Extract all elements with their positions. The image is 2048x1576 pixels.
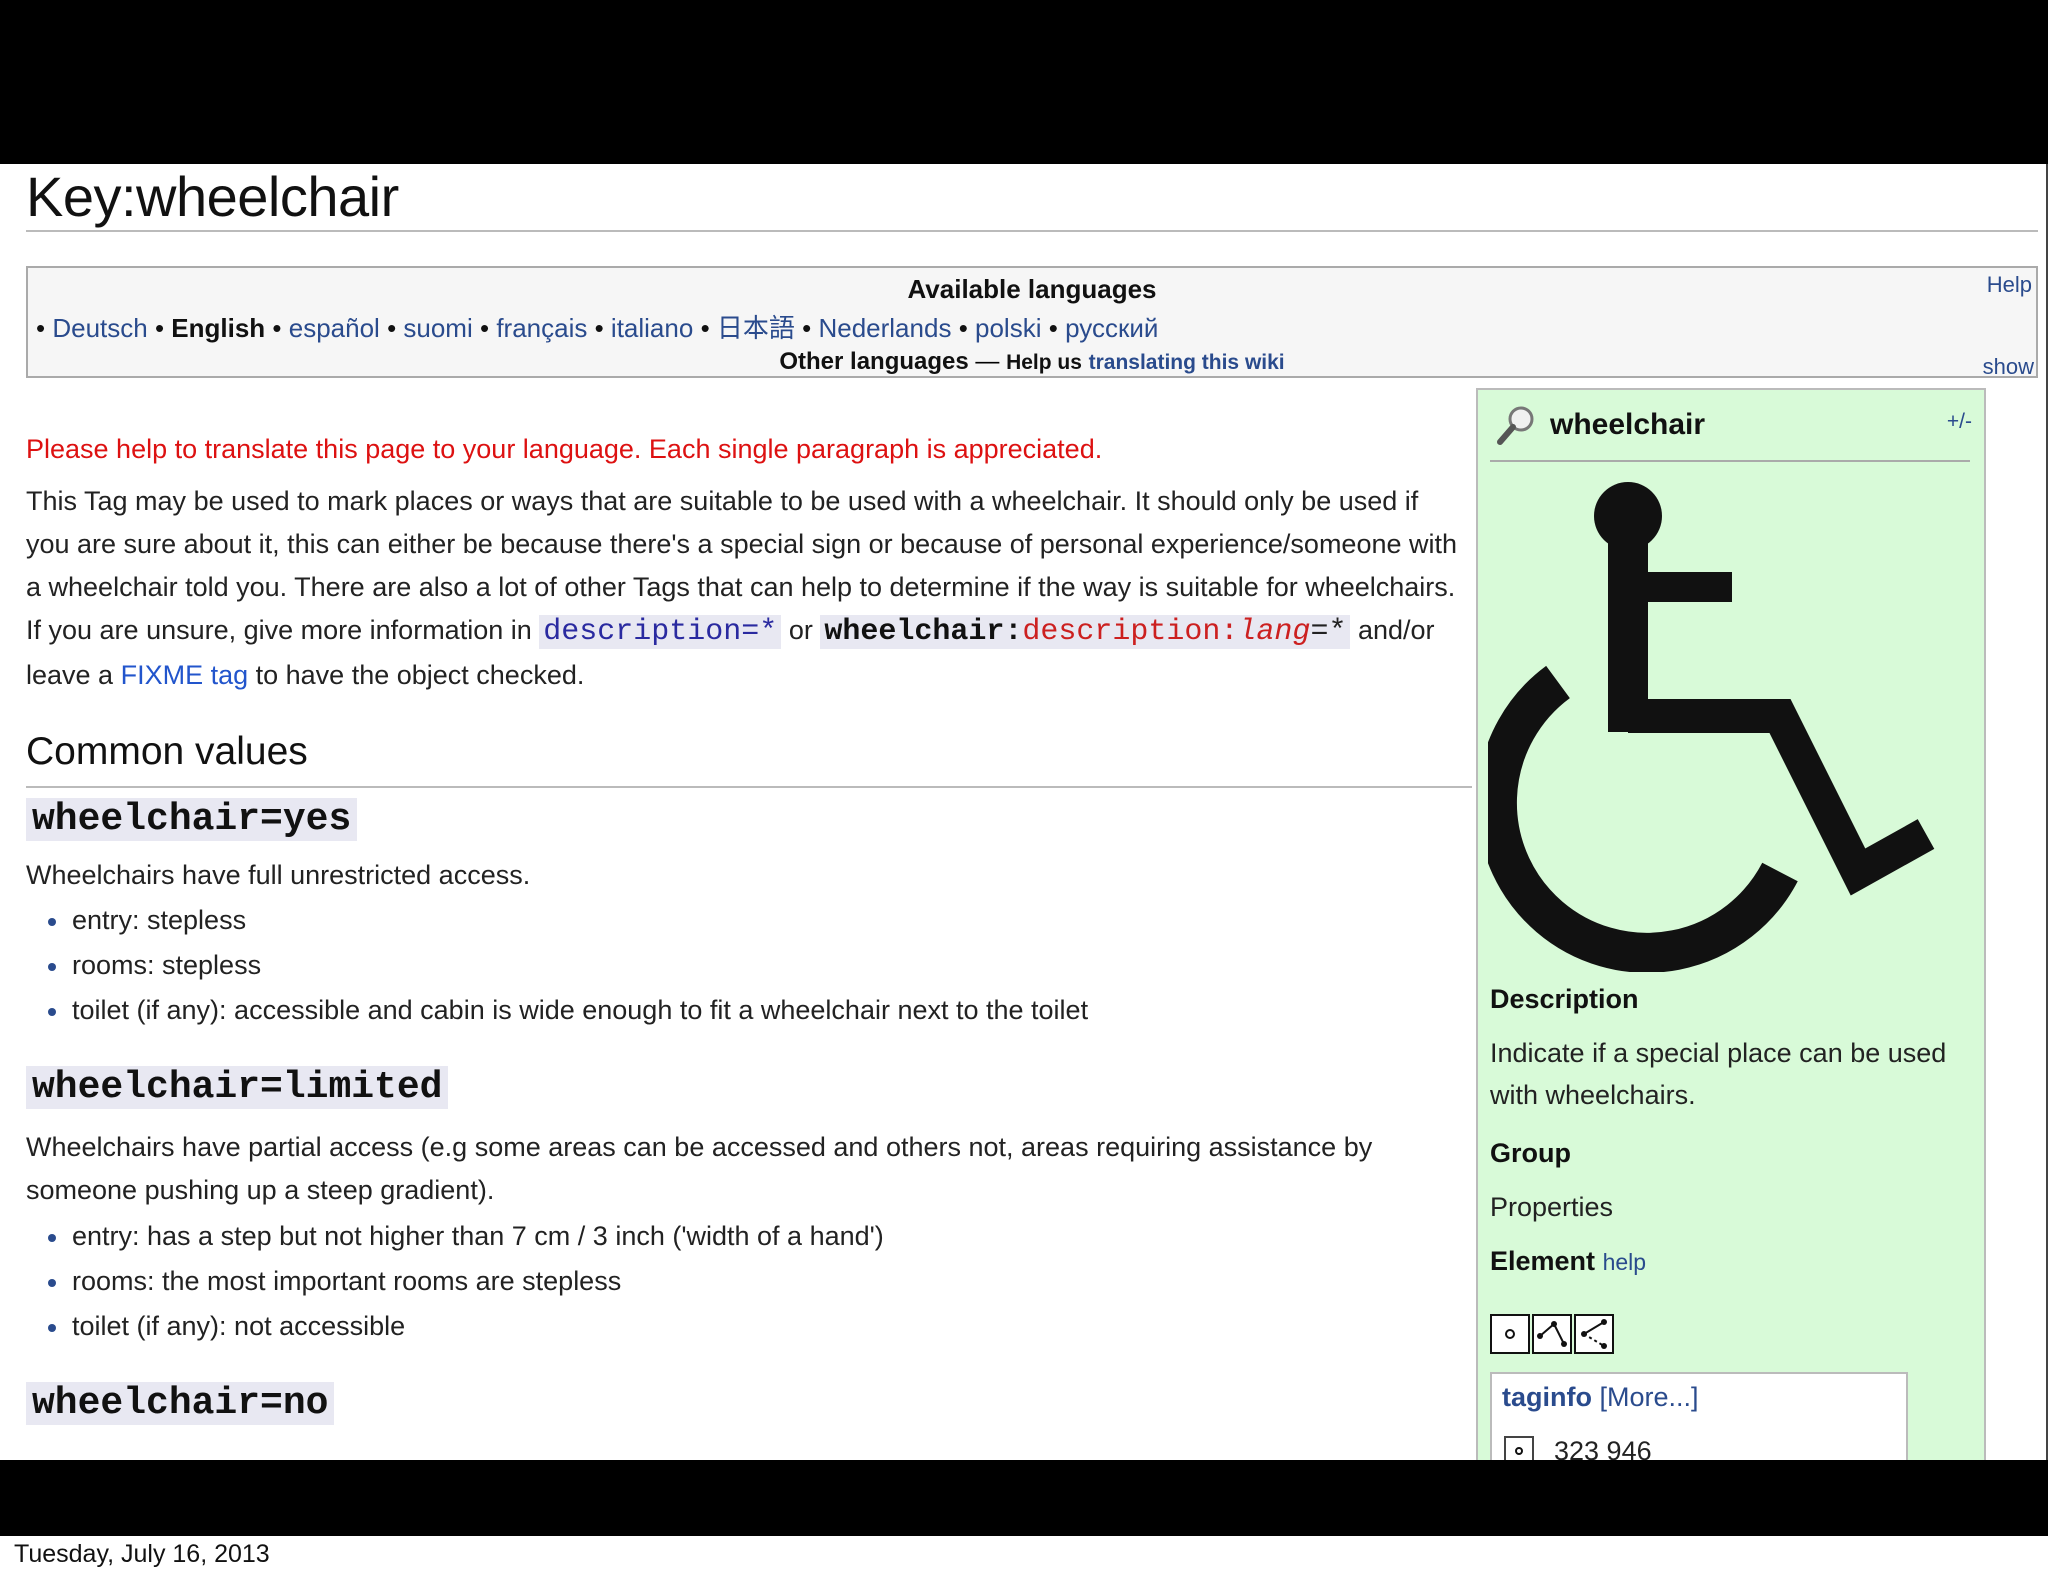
common-values-heading: Common values bbox=[26, 730, 308, 773]
language-link[interactable]: Deutsch bbox=[52, 313, 147, 343]
group-label: Group bbox=[1490, 1138, 1571, 1168]
wiki-page: Key:wheelchair Available languages Help … bbox=[0, 164, 2048, 1460]
magnifier-icon bbox=[1497, 406, 1534, 445]
other-languages-label: Other languages bbox=[779, 348, 969, 375]
taginfo-header: taginfo [More...] bbox=[1502, 1382, 1699, 1412]
translating-link[interactable]: translating this wiki bbox=[1089, 351, 1285, 374]
wheelchair-symbol-icon bbox=[1488, 482, 1935, 972]
area-icon bbox=[1574, 1314, 1614, 1354]
taginfo-box: taginfo [More...] 323 946 bbox=[1490, 1372, 1908, 1460]
list-item: entry: stepless bbox=[46, 898, 1088, 943]
languages-heading: Available languages bbox=[907, 274, 1157, 304]
description-text: Indicate if a special place can be used … bbox=[1490, 1038, 1947, 1110]
wheelchair-description-code: wheelchair:description:lang=* bbox=[820, 615, 1351, 649]
language-link[interactable]: suomi bbox=[403, 313, 472, 343]
language-link[interactable]: polski bbox=[975, 313, 1041, 343]
language-link[interactable]: español bbox=[289, 313, 380, 343]
language-link[interactable]: italiano bbox=[611, 313, 693, 343]
slide-date: Tuesday, July 16, 2013 bbox=[14, 1540, 270, 1568]
other-languages-row: Other languages — Help us translating th… bbox=[779, 348, 1285, 375]
show-languages-toggle[interactable]: show bbox=[1983, 354, 2034, 380]
infobox-title: wheelchair bbox=[1550, 408, 1706, 441]
language-link[interactable]: français bbox=[496, 313, 587, 343]
list-item: toilet (if any): accessible and cabin is… bbox=[46, 988, 1088, 1033]
element-icons bbox=[1490, 1314, 1616, 1354]
language-link[interactable]: Nederlands bbox=[818, 313, 951, 343]
language-box: Available languages Help • Deutsch • Eng… bbox=[26, 266, 2038, 380]
page-title: Key:wheelchair bbox=[26, 165, 399, 228]
bottom-black-bar bbox=[0, 1460, 2048, 1536]
infobox-toggle[interactable]: +/- bbox=[1947, 410, 1972, 434]
tag-heading-no: wheelchair=no bbox=[26, 1382, 335, 1425]
bullet-list-yes: entry: stepless rooms: stepless toilet (… bbox=[46, 898, 1088, 1033]
language-link[interactable]: 日本語 bbox=[717, 313, 795, 343]
languages-help-link[interactable]: Help bbox=[1987, 272, 2032, 298]
tag-description-limited: Wheelchairs have partial access (e.g som… bbox=[26, 1132, 1373, 1205]
element-help-link[interactable]: help bbox=[1603, 1249, 1646, 1275]
description-label: Description bbox=[1490, 984, 1639, 1014]
bullet-list-limited: entry: has a step but not higher than 7 … bbox=[46, 1214, 884, 1349]
fixme-tag-link[interactable]: FIXME tag bbox=[121, 660, 249, 690]
element-label: Element help bbox=[1490, 1246, 1647, 1276]
translation-notice: Please help to translate this page to yo… bbox=[26, 434, 1103, 464]
taginfo-count: 323 946 bbox=[1554, 1436, 1652, 1460]
taginfo-more-link[interactable]: [More...] bbox=[1600, 1382, 1699, 1412]
list-item: rooms: stepless bbox=[46, 943, 1088, 988]
key-infobox: wheelchair +/- Description Indicate if a… bbox=[1476, 388, 1986, 1460]
title-divider bbox=[26, 230, 2038, 232]
intro-paragraph: This Tag may be used to mark places or w… bbox=[26, 486, 1458, 690]
group-value: Properties bbox=[1490, 1192, 1614, 1222]
list-item: toilet (if any): not accessible bbox=[46, 1304, 884, 1349]
top-black-bar bbox=[0, 0, 2048, 164]
list-item: entry: has a step but not higher than 7 … bbox=[46, 1214, 884, 1259]
description-tag-code: description=* bbox=[539, 615, 782, 649]
node-icon bbox=[1504, 1436, 1534, 1460]
node-icon bbox=[1490, 1314, 1530, 1354]
way-icon bbox=[1532, 1314, 1572, 1354]
tag-heading-yes: wheelchair=yes bbox=[26, 798, 358, 841]
list-item: rooms: the most important rooms are step… bbox=[46, 1259, 884, 1304]
language-current: English bbox=[171, 313, 266, 343]
language-list: • Deutsch • English • español • suomi • … bbox=[36, 313, 1159, 343]
tag-heading-limited: wheelchair=limited bbox=[26, 1066, 449, 1109]
section-divider bbox=[26, 786, 1472, 788]
language-link[interactable]: русский bbox=[1065, 313, 1158, 343]
tag-description-yes: Wheelchairs have full unrestricted acces… bbox=[26, 860, 531, 890]
